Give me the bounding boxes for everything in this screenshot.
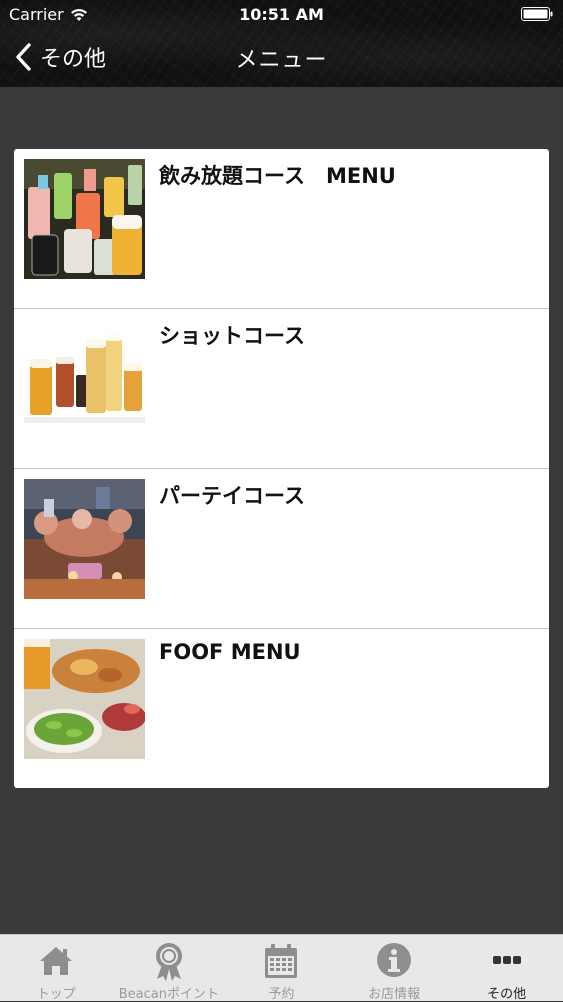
tab-label: 予約 (268, 987, 295, 1002)
tab-more[interactable]: その他 (450, 935, 563, 1002)
tab-label: その他 (487, 987, 527, 1002)
calendar-icon (265, 944, 298, 978)
info-icon (377, 943, 412, 977)
tab-beacan-points[interactable]: Beacanポイント (113, 935, 226, 1002)
app-header: Carrier 10:51 AM その他 メニュー (0, 0, 563, 87)
food-platter-photo (24, 639, 145, 759)
status-bar: Carrier 10:51 AM (0, 0, 563, 30)
menu-item-label: パーテイコース (159, 484, 305, 508)
award-ribbon-icon (155, 943, 182, 981)
menu-item-party-course[interactable]: パーテイコース (14, 469, 549, 629)
page-title: メニュー (235, 48, 328, 73)
menu-list: 飲み放題コース MENU ショットコース パーテイコース FOOF MENU (14, 149, 549, 788)
tab-reservation[interactable]: 予約 (225, 935, 338, 1002)
tab-top[interactable]: トップ (0, 935, 113, 1002)
menu-item-shot-course[interactable]: ショットコース (14, 309, 549, 469)
menu-item-label: 飲み放題コース MENU (159, 164, 396, 188)
home-icon (40, 947, 73, 975)
status-clock: 10:51 AM (239, 5, 324, 24)
menu-item-label: ショットコース (159, 324, 305, 348)
tab-shop-info[interactable]: お店情報 (338, 935, 451, 1002)
battery-icon (521, 7, 553, 21)
drinks-assortment-photo (24, 159, 145, 279)
party-toast-photo (24, 479, 145, 599)
menu-item-drink-course[interactable]: 飲み放題コース MENU (14, 149, 549, 309)
menu-item-label: FOOF MENU (159, 640, 301, 664)
tab-label: トップ (36, 987, 76, 1002)
tab-label: お店情報 (368, 987, 421, 1002)
navigation-bar: その他 メニュー (0, 30, 563, 87)
more-dots-icon (492, 956, 521, 964)
tab-label: Beacanポイント (118, 987, 220, 1002)
menu-item-food-menu[interactable]: FOOF MENU (14, 629, 549, 789)
tab-bar: トップ Beacanポイント 予約 お店情報 その他 (0, 934, 563, 1002)
beer-glasses-photo (24, 319, 145, 439)
